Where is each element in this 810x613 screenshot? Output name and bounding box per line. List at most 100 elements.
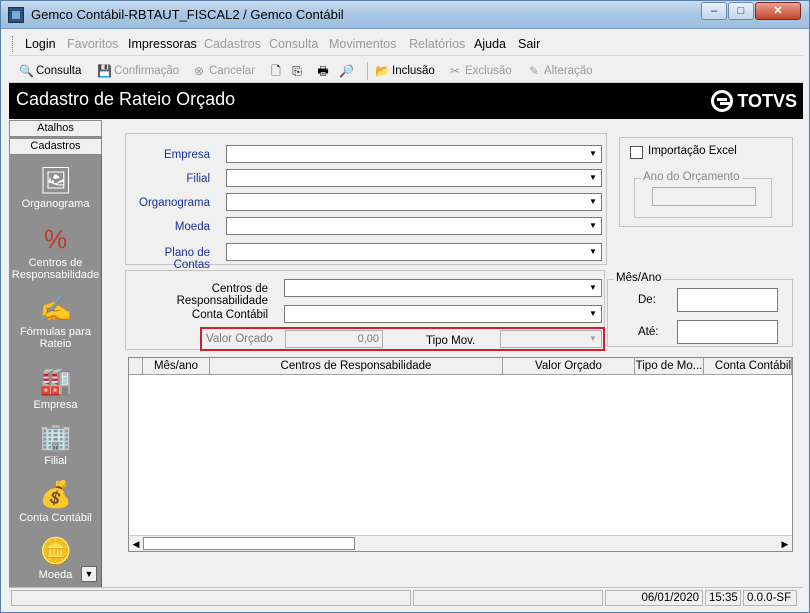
sidebar-item-label: Empresa <box>33 399 78 411</box>
tab-cadastros[interactable]: Cadastros <box>9 138 102 155</box>
consulta-button[interactable]: 🔍 Consulta <box>19 62 81 80</box>
inclusao-button[interactable]: 📂 Inclusão <box>375 62 435 80</box>
sidebar-item-empresa[interactable]: 🏭 Empresa <box>9 365 102 411</box>
conta-contabil-combo[interactable]: ▼ <box>284 305 602 323</box>
alteracao-label: Alteração <box>544 65 593 77</box>
title-bar[interactable]: Gemco Contábil-RBTAUT_FISCAL2 / Gemco Co… <box>1 1 809 29</box>
chevron-down-icon[interactable]: ▼ <box>586 307 600 321</box>
menu-impressoras[interactable]: Impressoras <box>128 37 197 51</box>
sidebar-item-conta-contabil[interactable]: 💰 Conta Contábil <box>9 478 102 524</box>
cancelar-button[interactable]: ⊗ Cancelar <box>192 62 255 80</box>
app-icon[interactable] <box>8 7 24 23</box>
col-mes-ano[interactable]: Mês/ano <box>143 358 210 375</box>
chevron-down-icon[interactable]: ▼ <box>586 171 600 185</box>
menu-consulta[interactable]: Consulta <box>269 37 318 51</box>
col-centros[interactable]: Centros de Responsabilidade <box>210 358 503 375</box>
cancel-icon: ⊗ <box>193 64 205 78</box>
de-input[interactable] <box>677 288 778 312</box>
sidebar-item-organograma[interactable]: 🖼 Organograma <box>9 164 102 210</box>
sidebar-item-filial[interactable]: 🏢 Filial <box>9 421 102 467</box>
close-button[interactable]: ✕ <box>755 2 801 20</box>
tipo-mov-combo[interactable]: ▼ <box>500 330 602 348</box>
ate-input[interactable] <box>677 320 778 344</box>
valor-orcado-input[interactable]: 0,00 <box>285 330 383 348</box>
chevron-down-icon[interactable]: ▼ <box>586 332 600 346</box>
empresa-label: Empresa <box>163 149 210 161</box>
scroll-thumb[interactable] <box>143 537 355 550</box>
sidebar-item-label: Centros de Responsabilidade <box>11 257 100 281</box>
print-preview-button[interactable]: 🔎 <box>339 62 354 80</box>
scroll-left-icon[interactable]: ◀ <box>129 537 143 551</box>
confirmacao-label: Confirmação <box>114 65 180 77</box>
new-document-button[interactable]: 🗋 <box>269 62 283 80</box>
menu-ajuda[interactable]: Ajuda <box>474 37 506 51</box>
screen-header: Cadastro de Rateio Orçado TOTVS <box>9 83 803 119</box>
toolbar: 🔍 Consulta 💾 Confirmação ⊗ Cancelar 🗋 ⎘ … <box>9 58 803 83</box>
menu-login[interactable]: Login <box>25 37 56 51</box>
totvs-brand-text: TOTVS <box>737 90 797 111</box>
maximize-button[interactable]: □ <box>728 2 754 20</box>
totvs-logo: TOTVS <box>711 90 797 112</box>
organograma-label: Organograma <box>139 197 210 209</box>
centros-combo[interactable]: ▼ <box>284 279 602 297</box>
chevron-down-icon[interactable]: ▼ <box>586 147 600 161</box>
conta-contabil-label: Conta Contábil <box>191 309 268 321</box>
scroll-right-icon[interactable]: ▶ <box>778 537 792 551</box>
importacao-excel-checkbox[interactable] <box>630 146 643 159</box>
sidebar-scroll-down-button[interactable]: ▼ <box>81 566 97 582</box>
menu-relatorios[interactable]: Relatórios <box>409 37 465 51</box>
sidebar-item-formulas[interactable]: ✍ Fórmulas para Rateio <box>9 292 102 350</box>
filial-label: Filial <box>186 173 210 185</box>
filial-combo[interactable]: ▼ <box>226 169 602 187</box>
menu-sair[interactable]: Sair <box>518 37 540 51</box>
sidebar-item-label: Fórmulas para Rateio <box>20 326 91 350</box>
menu-bar: Login Favoritos Impressoras Cadastros Co… <box>9 32 803 56</box>
ano-orcamento-input[interactable] <box>652 187 756 206</box>
sidebar-item-centros[interactable]: % Centros de Responsabilidade <box>9 223 102 281</box>
rateio-grid[interactable]: Mês/ano Centros de Responsabilidade Valo… <box>128 357 793 552</box>
search-icon: 🔍 <box>19 64 34 78</box>
export-icon: ⎘ <box>292 64 302 78</box>
minimize-button[interactable]: – <box>701 2 727 20</box>
col-valor-orcado[interactable]: Valor Orçado <box>503 358 635 375</box>
inclusao-label: Inclusão <box>392 65 435 77</box>
chevron-down-icon[interactable]: ▼ <box>586 245 600 259</box>
coins-icon: 🪙 <box>39 536 72 566</box>
edit-icon: ✎ <box>528 64 540 78</box>
ate-label: Até: <box>638 326 659 338</box>
mes-ano-legend: Mês/Ano <box>614 272 664 284</box>
building-icon: 🏢 <box>39 422 72 452</box>
grid-horizontal-scrollbar[interactable]: ◀ ▶ <box>129 535 792 551</box>
toolbar-separator <box>367 62 368 80</box>
tipo-mov-label: Tipo Mov. <box>426 335 476 347</box>
menu-cadastros[interactable]: Cadastros <box>204 37 261 51</box>
print-preview-icon: 🔎 <box>339 64 354 78</box>
moeda-combo[interactable]: ▼ <box>226 217 602 235</box>
menu-favoritos[interactable]: Favoritos <box>67 37 118 51</box>
organograma-combo[interactable]: ▼ <box>226 193 602 211</box>
tab-atalhos[interactable]: Atalhos <box>9 120 102 137</box>
chevron-down-icon[interactable]: ▼ <box>586 219 600 233</box>
chevron-down-icon[interactable]: ▼ <box>586 281 600 295</box>
exclusao-button[interactable]: ✂ Exclusão <box>448 62 512 80</box>
chevron-down-icon[interactable]: ▼ <box>586 195 600 209</box>
export-button[interactable]: ⎘ <box>290 62 304 80</box>
exclusao-label: Exclusão <box>465 65 512 77</box>
col-conta-contabil[interactable]: Conta Contábil <box>704 358 792 375</box>
detail-panel: Centros de Responsabilidade ▼ Conta Cont… <box>125 270 605 351</box>
sidebar-item-label: Filial <box>44 455 67 467</box>
confirmacao-button[interactable]: 💾 Confirmação <box>97 62 179 80</box>
cancelar-label: Cancelar <box>209 65 256 77</box>
col-tipo-mov[interactable]: Tipo de Mo... <box>635 358 704 375</box>
importacao-excel-label: Importação Excel <box>648 145 737 157</box>
plano-contas-combo[interactable]: ▼ <box>226 243 602 261</box>
delete-icon: ✂ <box>449 64 461 78</box>
factory-icon: 🏭 <box>39 366 72 396</box>
empresa-combo[interactable]: ▼ <box>226 145 602 163</box>
valor-orcado-label: Valor Orçado <box>206 333 273 345</box>
status-date: 06/01/2020 <box>605 590 703 606</box>
alteracao-button[interactable]: ✎ Alteração <box>527 62 593 80</box>
menu-movimentos[interactable]: Movimentos <box>329 37 396 51</box>
grid-header: Mês/ano Centros de Responsabilidade Valo… <box>129 358 792 375</box>
print-button[interactable]: 🖶 <box>316 62 330 80</box>
